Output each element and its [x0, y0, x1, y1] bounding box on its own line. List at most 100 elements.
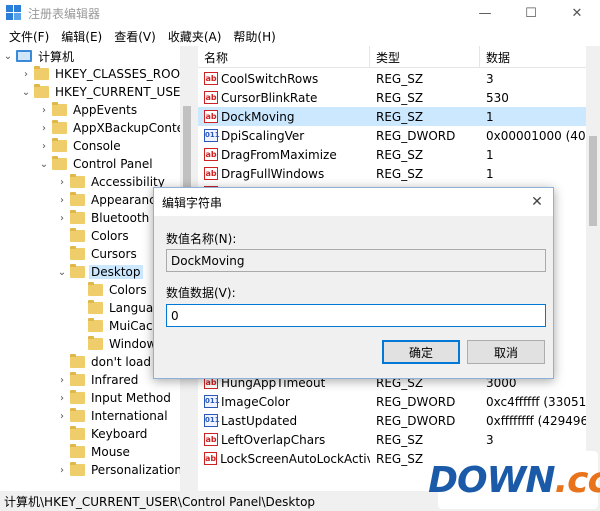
tree-item[interactable]: Windowl: [74, 335, 162, 353]
row-name: LastUpdated: [221, 413, 298, 428]
tree-item[interactable]: › Infrared: [56, 371, 140, 389]
cancel-button[interactable]: 取消: [467, 340, 545, 364]
row-name-cell: ab DockMoving: [198, 107, 370, 126]
chevron-down-icon[interactable]: ⌄: [56, 263, 68, 281]
list-scrollbar-thumb[interactable]: [589, 136, 597, 226]
folder-icon: [70, 210, 85, 224]
tree-item[interactable]: › International: [56, 407, 170, 425]
folder-icon: [70, 174, 85, 188]
list-scrollbar[interactable]: [586, 46, 600, 491]
chevron-right-icon[interactable]: ›: [56, 407, 68, 425]
tree-item-desktop-selected[interactable]: ⌄ Desktop: [56, 263, 143, 281]
tree-item[interactable]: › Input Method: [56, 389, 173, 407]
column-header-type[interactable]: 类型: [370, 46, 480, 68]
folder-icon: [88, 318, 103, 332]
list-row[interactable]: 011ImageColor REG_DWORD 0xc4ffffff (330511…: [198, 392, 588, 411]
tree-item[interactable]: don't load: [56, 353, 153, 371]
tree-item[interactable]: › Appearance: [56, 191, 165, 209]
row-name-cell: 011 ImageColor: [198, 392, 370, 411]
tree-item[interactable]: › Bluetooth: [56, 209, 151, 227]
tree-item[interactable]: ⌄ HKEY_CURRENT_USER: [20, 83, 191, 101]
row-data: 0x00001000 (4096): [486, 128, 588, 143]
chevron-right-icon[interactable]: ›: [20, 65, 32, 83]
maximize-button[interactable]: ☐: [508, 0, 554, 26]
list-row[interactable]: 011 LastUpdated REG_DWORD 0xffffffff (42949…: [198, 411, 588, 430]
chevron-down-icon[interactable]: ⌄: [2, 47, 14, 65]
string-value-icon: ab: [204, 433, 218, 446]
close-button[interactable]: ✕: [554, 0, 600, 26]
folder-icon: [70, 372, 85, 386]
tree-item[interactable]: Keyboard: [56, 425, 149, 443]
row-name-cell: ab CoolSwitchRows: [198, 69, 370, 88]
row-data: 3: [486, 432, 494, 447]
edit-string-dialog: 编辑字符串 ✕ 数值名称(N): DockMoving 数值数据(V): 0 确…: [153, 187, 554, 379]
menu-edit[interactable]: 编辑(E): [55, 28, 108, 45]
row-type: REG_SZ: [376, 147, 424, 162]
tree-item[interactable]: › AppXBackupConter: [38, 119, 191, 137]
registry-editor-icon: [6, 5, 22, 21]
chevron-right-icon[interactable]: ›: [56, 389, 68, 407]
chevron-right-icon[interactable]: ›: [56, 371, 68, 389]
value-name-label: 数值名称(N):: [166, 232, 237, 246]
chevron-right-icon[interactable]: ›: [38, 137, 50, 155]
menu-view[interactable]: 查看(V): [108, 28, 162, 45]
tree-item[interactable]: › HKEY_CLASSES_ROOT: [20, 65, 189, 83]
watermark-suffix: .cc: [554, 459, 600, 501]
tree-item-computer[interactable]: ⌄ 计算机: [2, 47, 76, 65]
binary-value-icon: 011: [204, 414, 220, 427]
tree-item[interactable]: Colors: [56, 227, 131, 245]
list-row[interactable]: ab CursorBlinkRate REG_SZ 530: [198, 88, 588, 107]
folder-icon: [70, 354, 85, 368]
ok-button[interactable]: 确定: [382, 340, 460, 364]
row-data: 1: [486, 147, 494, 162]
list-row[interactable]: ab CoolSwitchRows REG_SZ 3: [198, 69, 588, 88]
chevron-right-icon[interactable]: ›: [56, 209, 68, 227]
row-type: REG_SZ: [376, 109, 424, 124]
list-row[interactable]: ab LeftOverlapChars REG_SZ 3: [198, 430, 588, 449]
folder-icon: [70, 192, 85, 206]
column-header-data[interactable]: 数据: [480, 46, 600, 68]
chevron-right-icon[interactable]: ›: [38, 101, 50, 119]
chevron-right-icon[interactable]: ›: [56, 173, 68, 191]
tree-item[interactable]: Languag: [74, 299, 163, 317]
tree-item[interactable]: › Accessibility: [56, 173, 167, 191]
minimize-button[interactable]: —: [462, 0, 508, 26]
folder-icon: [70, 264, 85, 278]
menu-favorites[interactable]: 收藏夹(A): [162, 28, 228, 45]
menu-bar: 文件(F) 编辑(E) 查看(V) 收藏夹(A) 帮助(H): [0, 26, 600, 46]
row-data: 1: [486, 166, 494, 181]
value-data-label: 数值数据(V):: [166, 286, 236, 300]
row-data: 3: [486, 71, 494, 86]
row-name: LeftOverlapChars: [221, 432, 326, 447]
list-row[interactable]: ab DragFromMaximize REG_SZ 1: [198, 145, 588, 164]
chevron-down-icon[interactable]: ⌄: [38, 155, 50, 173]
menu-help[interactable]: 帮助(H): [227, 28, 281, 45]
tree-item[interactable]: Colors: [74, 281, 149, 299]
chevron-right-icon[interactable]: ›: [56, 191, 68, 209]
row-type: REG_DWORD: [376, 128, 456, 143]
string-value-icon: ab: [204, 110, 218, 123]
tree-item[interactable]: MuiCach: [74, 317, 162, 335]
folder-icon: [88, 336, 103, 350]
row-name: DpiScalingVer: [221, 128, 305, 143]
column-header-name[interactable]: 名称: [198, 46, 370, 68]
chevron-down-icon[interactable]: ⌄: [20, 83, 32, 101]
tree-item[interactable]: › Console: [38, 137, 123, 155]
list-row-selected[interactable]: ab DockMoving REG_SZ 1: [198, 107, 588, 126]
list-row[interactable]: 011DpiScalingVer REG_DWORD 0x00001000 (409…: [198, 126, 588, 145]
title-bar: 注册表编辑器 — ☐ ✕: [0, 0, 600, 26]
tree-item[interactable]: › AppEvents: [38, 101, 139, 119]
tree-item[interactable]: Mouse: [56, 443, 132, 461]
menu-file[interactable]: 文件(F): [3, 28, 55, 45]
row-name: CursorBlinkRate: [221, 90, 318, 105]
dialog-close-button[interactable]: ✕: [527, 192, 547, 212]
tree-item[interactable]: ⌄ Control Panel: [38, 155, 155, 173]
folder-icon: [70, 246, 85, 260]
value-data-input[interactable]: 0: [166, 304, 546, 327]
folder-icon: [70, 426, 85, 440]
list-row[interactable]: ab DragFullWindows REG_SZ 1: [198, 164, 588, 183]
tree-item[interactable]: Cursors: [56, 245, 139, 263]
chevron-right-icon[interactable]: ›: [56, 461, 68, 479]
tree-item[interactable]: › Personalization: [56, 461, 184, 479]
chevron-right-icon[interactable]: ›: [38, 119, 50, 137]
